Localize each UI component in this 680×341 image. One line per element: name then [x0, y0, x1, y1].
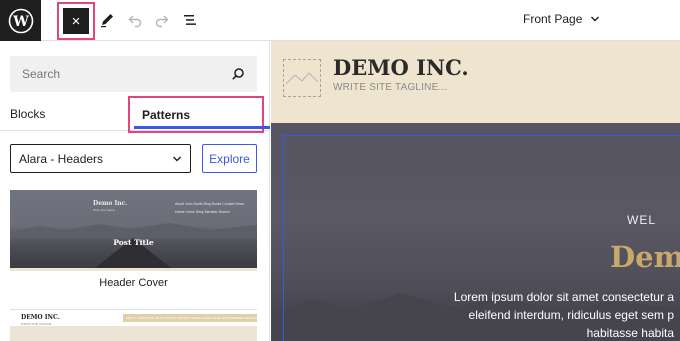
list-view-button[interactable]: [179, 9, 201, 31]
close-inserter-button[interactable]: ×: [63, 8, 89, 34]
inserter-panel: Search Blocks Patterns Alara - Headers E…: [0, 41, 270, 341]
cover-eyebrow[interactable]: WEL: [627, 213, 656, 227]
site-header[interactable]: DEMO INC. WRITE SITE TAGLINE...: [271, 41, 680, 123]
redo-icon: [155, 15, 169, 28]
search-icon: [232, 68, 244, 80]
search-input[interactable]: Search: [10, 56, 257, 92]
cover-heading[interactable]: Dem: [610, 240, 680, 274]
pattern-preview-brand: DEMO INC.: [21, 314, 60, 321]
close-inserter-highlight: ×: [57, 2, 95, 40]
image-placeholder-icon: [285, 72, 319, 85]
svg-text:W: W: [12, 14, 29, 30]
pattern-label: Header Cover: [99, 277, 168, 289]
redo-button[interactable]: [151, 9, 173, 31]
site-title[interactable]: DEMO INC.: [333, 55, 469, 80]
pattern-preview-header-2[interactable]: DEMO INC. WRITE SITE TAGLINE ABOUT JOHN …: [10, 309, 257, 341]
chevron-down-icon: [591, 16, 600, 22]
pattern-preview-header-cover[interactable]: Demo Inc. Write site tagline About John …: [10, 190, 257, 268]
wordpress-icon: W: [8, 8, 33, 33]
pattern-preview-footer-strip: [10, 268, 257, 271]
cover-paragraph-line: Lorem ipsum dolor sit amet consectetur a: [453, 290, 674, 304]
pattern-preview-body: [10, 326, 257, 341]
list-view-icon: [184, 15, 196, 25]
tab-blocks[interactable]: Blocks: [10, 107, 45, 121]
search-placeholder: Search: [22, 67, 61, 81]
undo-button[interactable]: [124, 9, 146, 31]
undo-icon: [128, 15, 142, 28]
wordpress-logo-button[interactable]: W: [0, 0, 41, 41]
document-title: Front Page: [523, 12, 583, 26]
cover-paragraph-line: eleifend interdum, ridiculus eget sem p: [468, 308, 674, 322]
explore-button[interactable]: Explore: [202, 144, 257, 173]
pattern-preview-tagline: Write site tagline: [93, 208, 116, 212]
pattern-preview-brand: Demo Inc.: [93, 200, 128, 207]
cover-paragraph[interactable]: Lorem ipsum dolor sit amet consectetur a…: [424, 288, 674, 341]
site-logo-placeholder[interactable]: [283, 59, 321, 97]
top-toolbar: W × Front Page: [0, 0, 680, 41]
site-editor: W × Front Page Search Blocks Patterns Al…: [0, 0, 680, 341]
close-icon: ×: [71, 12, 81, 30]
pattern-preview-nav: ABOUT JOHN SMITH BLOG BOOKS CONTACT HOME…: [123, 314, 257, 322]
tab-patterns[interactable]: Patterns: [142, 108, 190, 122]
pattern-preview-title: Post Title: [113, 238, 154, 247]
document-title-dropdown[interactable]: Front Page: [523, 12, 600, 26]
pattern-preview-nav: About John Smith Blog Books Contact News…: [175, 202, 245, 214]
site-tagline[interactable]: WRITE SITE TAGLINE...: [333, 82, 447, 93]
mountain-silhouette: [10, 223, 257, 238]
editor-canvas: DEMO INC. WRITE SITE TAGLINE... WEL Dem …: [271, 41, 680, 341]
pen-icon: [101, 14, 113, 28]
cover-paragraph-line: habitasse habita: [586, 326, 674, 340]
active-tab-indicator: [134, 126, 270, 129]
tools-button[interactable]: [96, 9, 118, 31]
pattern-category-value: Alara - Headers: [19, 151, 104, 166]
chevron-down-icon: [173, 156, 181, 161]
pattern-category-select[interactable]: Alara - Headers: [10, 144, 191, 173]
cover-block[interactable]: WEL Dem Lorem ipsum dolor sit amet conse…: [271, 123, 680, 341]
